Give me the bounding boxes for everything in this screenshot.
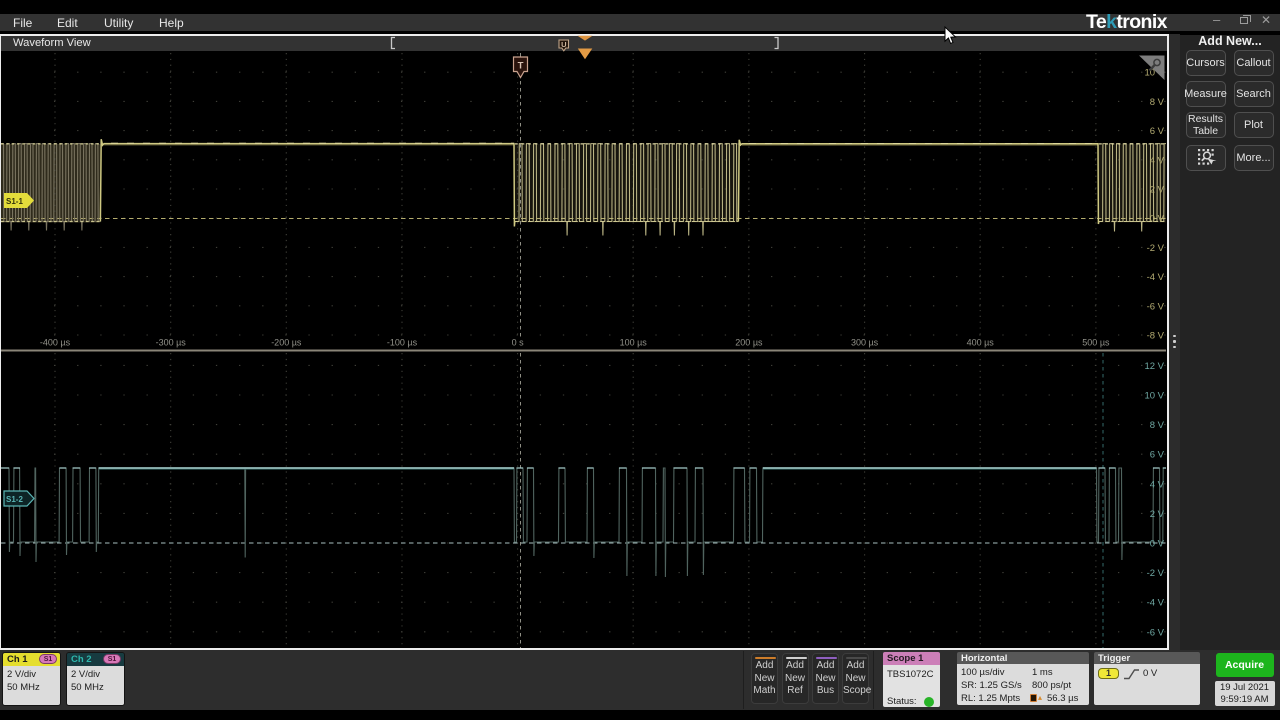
svg-text:10 V: 10 V (1144, 391, 1164, 402)
svg-text:0 s: 0 s (512, 338, 525, 348)
svg-text:-8 V: -8 V (1147, 331, 1165, 342)
svg-text:S1-1: S1-1 (6, 197, 23, 206)
svg-text:500 µs: 500 µs (1082, 338, 1110, 348)
svg-text:400 µs: 400 µs (967, 338, 995, 348)
svg-text:-6 V: -6 V (1147, 301, 1165, 312)
svg-text:2 V: 2 V (1150, 185, 1165, 196)
svg-text:-2 V: -2 V (1147, 568, 1165, 579)
svg-text:-6 V: -6 V (1147, 627, 1165, 638)
svg-text:-4 V: -4 V (1147, 598, 1165, 609)
svg-text:6 V: 6 V (1150, 126, 1165, 137)
svg-text:-2 V: -2 V (1147, 243, 1165, 254)
svg-text:12 V: 12 V (1144, 361, 1164, 372)
svg-text:-400 µs: -400 µs (40, 338, 71, 348)
svg-text:2 V: 2 V (1150, 509, 1165, 520)
svg-text:4 V: 4 V (1150, 155, 1165, 166)
svg-text:8 V: 8 V (1150, 420, 1165, 431)
svg-text:-200 µs: -200 µs (271, 338, 302, 348)
svg-text:0 V: 0 V (1150, 539, 1165, 550)
svg-text:U: U (561, 40, 566, 49)
svg-text:T: T (518, 61, 524, 72)
svg-text:8 V: 8 V (1150, 97, 1165, 108)
svg-text:300 µs: 300 µs (851, 338, 879, 348)
svg-text:-100 µs: -100 µs (387, 338, 418, 348)
svg-text:6 V: 6 V (1150, 450, 1165, 461)
svg-text:0 V: 0 V (1150, 214, 1165, 225)
svg-text:200 µs: 200 µs (735, 338, 763, 348)
svg-text:S1-2: S1-2 (6, 495, 23, 504)
svg-text:4 V: 4 V (1150, 479, 1165, 490)
svg-text:-4 V: -4 V (1147, 272, 1165, 283)
svg-text:-300 µs: -300 µs (156, 338, 187, 348)
svg-text:100 µs: 100 µs (620, 338, 648, 348)
